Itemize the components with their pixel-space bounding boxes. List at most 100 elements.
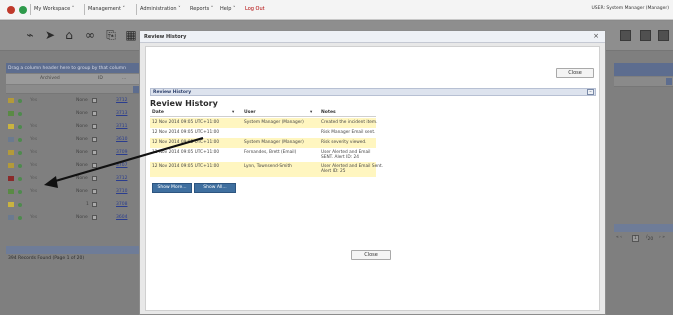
send-icon[interactable]: ➤ (44, 29, 56, 41)
table-row[interactable]: Yes None 3707 (6, 160, 139, 172)
check-icon (8, 189, 14, 194)
review-history-dialog: Review History × Close Review History – … (139, 30, 606, 315)
group-by-hint: Drag a column header here to group by th… (6, 63, 139, 73)
link-icon[interactable]: ∞ (84, 29, 96, 41)
column-more[interactable]: ... (122, 76, 126, 81)
current-user-label: USER: System Manager (Manager) (591, 6, 669, 11)
status-dot-icon (18, 125, 22, 129)
menu-management[interactable]: Management ˅ (88, 6, 125, 12)
pager-next-button[interactable]: › » (659, 235, 665, 240)
pager-page-input[interactable]: 1 (632, 235, 639, 242)
people-icon (8, 137, 14, 142)
column-date[interactable]: Date (152, 110, 164, 115)
menu-divider (84, 4, 85, 15)
status-dot-icon (18, 151, 22, 155)
columns-icon[interactable] (640, 30, 651, 41)
table-row[interactable]: Yes None 3710 (6, 186, 139, 198)
document-icon (8, 124, 14, 129)
archived-checkbox[interactable] (92, 137, 97, 142)
table-row: 12 Nov 2014 09:05 UTC+11:00 System Manag… (150, 118, 377, 128)
history-table-header: Date ▾ User ▾ Notes (150, 109, 376, 117)
status-dot-icon (18, 190, 22, 194)
archived-checkbox[interactable] (92, 111, 97, 116)
warning-icon (8, 98, 14, 103)
pager: « ‹ 1 / 20 › » (614, 233, 673, 243)
grid-footer (6, 246, 139, 254)
table-row[interactable]: None 3713 (6, 108, 139, 120)
table-row[interactable]: Yes None 3709 (6, 147, 139, 159)
bookmark-icon[interactable]: ⌂ (63, 29, 75, 41)
grid-filter-row[interactable] (6, 85, 139, 94)
column-user[interactable]: User (244, 110, 256, 115)
archived-checkbox[interactable] (92, 98, 97, 103)
table-row[interactable]: Yes None 3712 (6, 173, 139, 185)
document-copy-icon[interactable]: ⎘ (105, 29, 117, 41)
show-more-button[interactable]: Show More... (152, 183, 192, 193)
stop-icon (8, 176, 14, 181)
people-icon (8, 215, 14, 220)
menu-my-workspace[interactable]: My Workspace ˅ (34, 6, 74, 12)
close-button-bottom[interactable]: Close (351, 250, 391, 260)
right-grid-filter (614, 77, 673, 87)
column-archived[interactable]: Archived (40, 76, 60, 81)
archived-checkbox[interactable] (92, 124, 97, 129)
close-icon[interactable]: × (593, 32, 599, 40)
review-history-panel-header: Review History – (150, 88, 596, 96)
document-icon (8, 202, 14, 207)
close-button-top[interactable]: Close (556, 68, 594, 78)
sort-icon: ▾ (310, 110, 313, 115)
check-icon (8, 111, 14, 116)
incident-grid: Drag a column header here to group by th… (6, 63, 139, 263)
menu-reports[interactable]: Reports ˅ (190, 6, 213, 12)
pager-total-label: / 20 (646, 235, 654, 242)
column-notes[interactable]: Notes (321, 110, 336, 115)
table-row: 12 Nov 2014 09:05 UTC+11:00 System Manag… (150, 138, 376, 148)
table-row[interactable]: Yes None 3610 (6, 134, 139, 146)
archived-checkbox[interactable] (92, 176, 97, 181)
archived-checkbox[interactable] (92, 215, 97, 220)
split-icon[interactable] (658, 30, 669, 41)
table-row[interactable]: Yes None 3712 (6, 95, 139, 107)
grid-view-icon[interactable]: ▦ (125, 29, 137, 41)
sort-icon: ▾ (232, 110, 235, 115)
table-row: 12 Nov 2014 09:05 UTC+11:00 Risk Manager… (150, 128, 376, 138)
dialog-title-bar: Review History × (140, 31, 605, 43)
pager-prev-button[interactable]: « ‹ (616, 235, 622, 240)
table-row: 12 Nov 2014 09:05 UTC+11:00 Fernandes, B… (150, 148, 376, 162)
table-row[interactable]: Yes None 3711 (6, 121, 139, 133)
archived-checkbox[interactable] (92, 163, 97, 168)
archived-checkbox[interactable] (92, 150, 97, 155)
home-icon[interactable] (19, 6, 27, 14)
table-row[interactable]: 1 3708 (6, 199, 139, 211)
right-grid-header (614, 63, 673, 76)
status-dot-icon (18, 203, 22, 207)
status-dot-icon (18, 164, 22, 168)
status-dot-icon (18, 216, 22, 220)
review-history-heading: Review History (150, 99, 218, 108)
filter-button[interactable] (666, 78, 672, 85)
records-count: 394 Records Found (Page 1 of 20) (8, 256, 85, 261)
table-row[interactable]: Yes None 3604 (6, 212, 139, 224)
dialog-body: Close Review History – Review History Da… (145, 46, 600, 311)
top-menu-bar: My Workspace ˅ Management ˅ Administrati… (0, 0, 673, 20)
show-all-button[interactable]: Show All... (194, 183, 236, 193)
right-grid-footer (614, 224, 673, 232)
app-logo-icon (7, 6, 15, 14)
menu-administration[interactable]: Administration ˅ (140, 6, 181, 12)
column-id[interactable]: ID (98, 76, 103, 81)
archived-checkbox[interactable] (92, 202, 97, 207)
warning-icon (8, 150, 14, 155)
status-dot-icon (18, 138, 22, 142)
status-dot-icon (18, 177, 22, 181)
warning-icon (8, 163, 14, 168)
menu-help[interactable]: Help ˅ (220, 6, 236, 12)
collapse-icon[interactable]: – (587, 89, 594, 95)
dialog-title: Review History (144, 34, 187, 40)
layout-icon[interactable] (620, 30, 631, 41)
status-dot-icon (18, 99, 22, 103)
table-row: 12 Nov 2014 09:05 UTC+11:00 Lynn, Townse… (150, 162, 383, 177)
logout-link[interactable]: Log Out (245, 6, 265, 12)
archived-checkbox[interactable] (92, 189, 97, 194)
menu-divider (136, 4, 137, 15)
wand-icon[interactable]: ⌁ (24, 29, 36, 41)
